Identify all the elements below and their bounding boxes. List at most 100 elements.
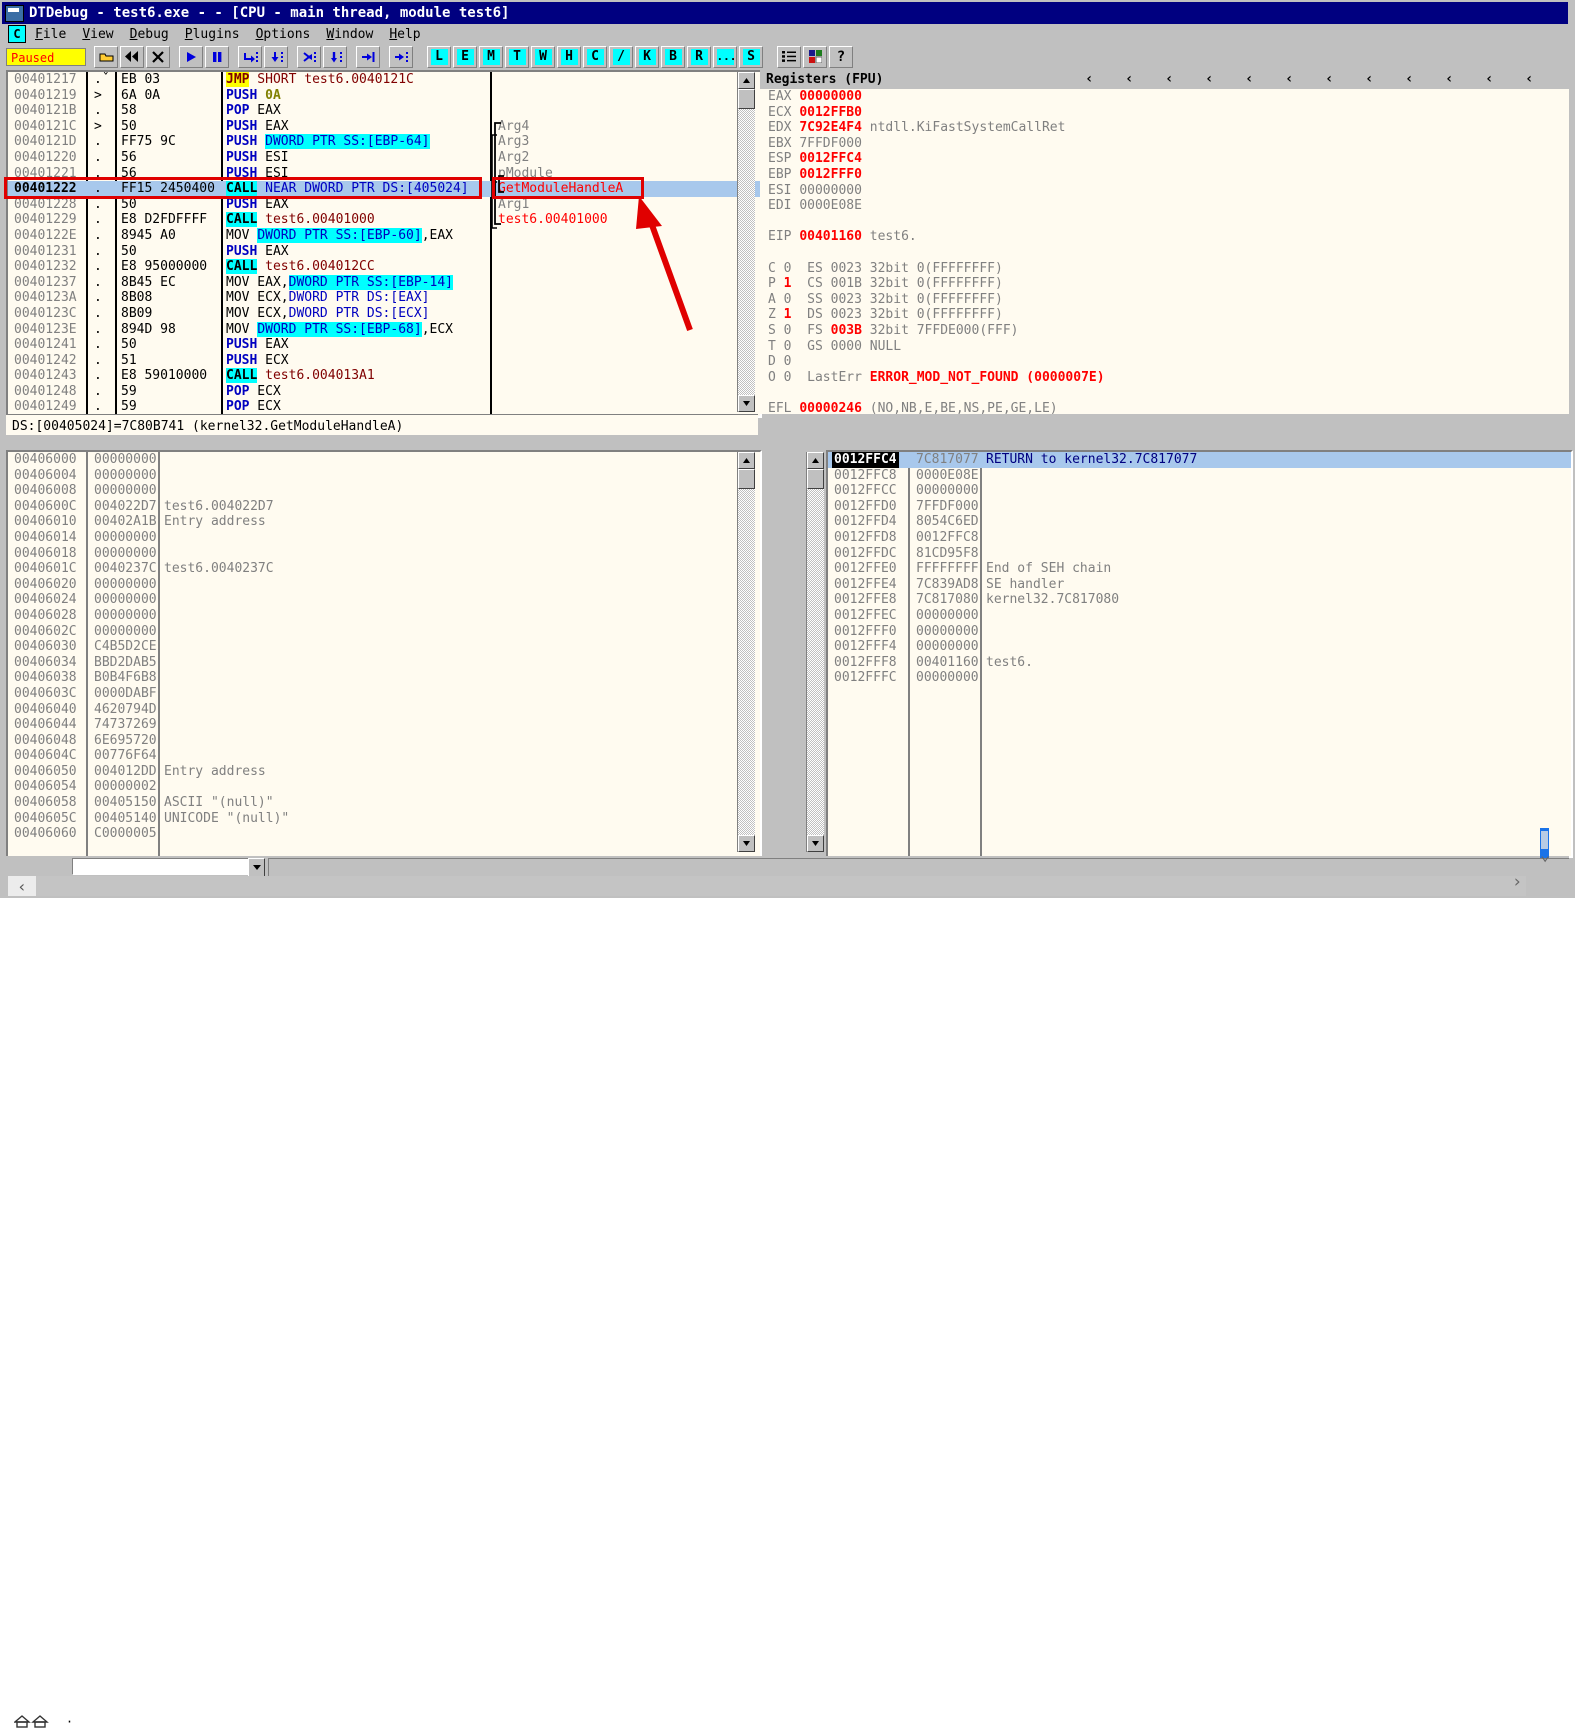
stack-row[interactable]: 0012FFC8 0000E08E bbox=[828, 468, 1571, 484]
restart-icon[interactable] bbox=[120, 45, 144, 68]
scroll-down-button[interactable] bbox=[738, 395, 755, 412]
disasm-row[interactable]: 0040121B. 58 POP EAX bbox=[8, 103, 760, 119]
dump-row[interactable]: 00406010 00402A1B Entry address bbox=[8, 514, 760, 530]
registers-panel[interactable]: EAX 00000000 ECX 0012FFB0 EDX 7C92E4F4 ntd… bbox=[760, 89, 1569, 414]
stack-row[interactable]: 0012FFD0 7FFDF000 bbox=[828, 499, 1571, 515]
execute-till-return-icon[interactable] bbox=[356, 45, 380, 68]
dump-row[interactable]: 00406038 B0B4F6B8 bbox=[8, 670, 760, 686]
dump-row[interactable]: 00406034 BBD2DAB5 bbox=[8, 655, 760, 671]
dump-row[interactable]: 00406028 00000000 bbox=[8, 608, 760, 624]
menu-item-options[interactable]: Options bbox=[256, 27, 311, 42]
disasm-row[interactable]: 00401217 .ˇ EB 03 JMP SHORT test6.0040121C bbox=[8, 72, 760, 88]
dump-row[interactable]: 00406020 00000000 bbox=[8, 577, 760, 593]
registers-collapse-chevron-icon[interactable]: ‹ bbox=[1325, 71, 1333, 87]
stack-row[interactable]: 0012FFD4 8054C6ED bbox=[828, 514, 1571, 530]
disasm-row[interactable]: 00401241. 50 PUSH EAX bbox=[8, 337, 760, 353]
register-spacer[interactable] bbox=[760, 245, 1569, 261]
command-input[interactable] bbox=[72, 858, 262, 875]
disasm-row[interactable]: 00401222. FF15 2450400 CALL NEAR DWORD PTR… bbox=[8, 181, 760, 197]
menu-item-plugins[interactable]: Plugins bbox=[185, 27, 240, 42]
dump-scroll-down-button[interactable] bbox=[738, 835, 755, 852]
dump-row[interactable]: 0040601C 0040237C test6.0040237C bbox=[8, 561, 760, 577]
disasm-row[interactable]: 00401237. 8B45 EC MOV EAX,DWORD PTR SS:[EB… bbox=[8, 274, 760, 291]
animate-icon[interactable] bbox=[389, 45, 413, 68]
disasm-row[interactable]: 00401232. E8 95000000 CALL test6.004012CC bbox=[8, 259, 760, 275]
stack-row[interactable]: 0012FFC4 7C817077 RETURN to kernel32.7C817… bbox=[828, 452, 1571, 468]
disasm-row[interactable]: 0040123A. 8B08 MOV ECX,DWORD PTR DS:[EAX] bbox=[8, 290, 760, 306]
registers-collapse-chevron-icon[interactable]: ‹ bbox=[1525, 71, 1533, 87]
flag-row-d[interactable]: D 0 bbox=[760, 354, 1569, 370]
toolbar-button-e[interactable]: E bbox=[453, 45, 477, 68]
disasm-row[interactable]: 00401249. 59 POP ECX bbox=[8, 399, 760, 415]
dump-row[interactable]: 00406058 00405150 ASCII "(null)" bbox=[8, 795, 760, 811]
toolbar-button-r[interactable]: R bbox=[687, 45, 711, 68]
dump-row[interactable]: 00406030 C4B5D2CE bbox=[8, 639, 760, 655]
dump-scroll-up-button[interactable] bbox=[738, 452, 755, 469]
flag-row-a[interactable]: A 0 SS 0023 32bit 0(FFFFFFFF) bbox=[760, 292, 1569, 308]
stack-panel[interactable]: 0012FFC4 7C817077 RETURN to kernel32.7C817… bbox=[826, 450, 1573, 858]
toolbar-button-h[interactable]: H bbox=[557, 45, 581, 68]
stack-row[interactable]: 0012FFF0 00000000 bbox=[828, 624, 1571, 640]
stack-scrollbar[interactable] bbox=[806, 452, 824, 852]
toolbar-button-more[interactable]: ... bbox=[713, 45, 737, 68]
disasm-row[interactable]: 00401243. E8 59010000 CALL test6.004013A1 bbox=[8, 368, 760, 384]
trace-over-icon[interactable] bbox=[323, 45, 347, 68]
run-icon[interactable] bbox=[179, 45, 203, 68]
disasm-row[interactable]: 0040122E. 8945 A0 MOV DWORD PTR SS:[EBP-60… bbox=[8, 227, 760, 244]
registers-collapse-chevron-icon[interactable]: ‹ bbox=[1165, 71, 1173, 87]
scroll-thumb[interactable] bbox=[738, 89, 755, 109]
menu-item-view[interactable]: View bbox=[82, 27, 113, 42]
toolbar-button-l[interactable]: L bbox=[427, 45, 451, 68]
toolbar-button-k[interactable]: K bbox=[635, 45, 659, 68]
stack-row[interactable]: 0012FFF4 00000000 bbox=[828, 639, 1571, 655]
stack-scroll-down-button[interactable] bbox=[807, 835, 824, 852]
home-icons[interactable]: · bbox=[13, 1714, 73, 1730]
menu-item-debug[interactable]: Debug bbox=[130, 27, 169, 42]
registers-collapse-chevron-icon[interactable]: ‹ bbox=[1245, 71, 1253, 87]
disasm-row[interactable]: 0040123E. 894D 98 MOV DWORD PTR SS:[EBP-68… bbox=[8, 321, 760, 338]
register-row-ebx[interactable]: EBX 7FFDF000 bbox=[760, 136, 1569, 152]
dump-row[interactable]: 00406018 00000000 bbox=[8, 546, 760, 562]
toolbar-button-slash[interactable]: / bbox=[609, 45, 633, 68]
flag-row-t[interactable]: T 0 GS 0000 NULL bbox=[760, 339, 1569, 355]
dump-row[interactable]: 00406040 4620794D bbox=[8, 702, 760, 718]
flag-row-p[interactable]: P 1 CS 001B 32bit 0(FFFFFFFF) bbox=[760, 276, 1569, 292]
stack-row[interactable]: 0012FFE8 7C817080 kernel32.7C817080 bbox=[828, 592, 1571, 608]
stack-row[interactable]: 0012FFE0 FFFFFFFF End of SEH chain bbox=[828, 561, 1571, 577]
stack-scroll-thumb[interactable] bbox=[807, 469, 824, 489]
palette-icon[interactable] bbox=[803, 45, 827, 68]
stack-row[interactable]: 0012FFD8 0012FFC8 bbox=[828, 530, 1571, 546]
dump-row[interactable]: 00406048 6E695720 bbox=[8, 733, 760, 749]
memory-dump-panel[interactable]: 00406000 00000000 00406004 00000000 00406008… bbox=[6, 450, 762, 858]
disasm-row[interactable]: 0040121C >50 PUSH EAX Arg4 bbox=[8, 119, 760, 135]
menu-item-help[interactable]: Help bbox=[389, 27, 420, 42]
disasm-row[interactable]: 00401220. 56 PUSH ESI Arg2 bbox=[8, 150, 760, 166]
dump-row[interactable]: 00406024 00000000 bbox=[8, 592, 760, 608]
dump-row[interactable]: 00406008 00000000 bbox=[8, 483, 760, 499]
register-row-esi[interactable]: ESI 00000000 bbox=[760, 183, 1569, 199]
registers-collapse-chevron-icon[interactable]: ‹ bbox=[1405, 71, 1413, 87]
options-list-icon[interactable] bbox=[777, 45, 801, 68]
toolbar-button-s[interactable]: S bbox=[739, 45, 763, 68]
disasm-row[interactable]: 00401248. 59 POP ECX bbox=[8, 384, 760, 400]
toolbar-button-c[interactable]: C bbox=[583, 45, 607, 68]
flag-row-c[interactable]: C 0 ES 0023 32bit 0(FFFFFFFF) bbox=[760, 261, 1569, 277]
dump-scroll-thumb[interactable] bbox=[738, 469, 755, 489]
menu-item-file[interactable]: File bbox=[35, 27, 66, 42]
dump-row[interactable]: 0040603C 0000DABF bbox=[8, 686, 760, 702]
register-spacer[interactable] bbox=[760, 385, 1569, 401]
trace-into-icon[interactable] bbox=[297, 45, 321, 68]
stack-row[interactable]: 0012FFEC 00000000 bbox=[828, 608, 1571, 624]
dump-row[interactable]: 00406050 004012DD Entry address bbox=[8, 764, 760, 780]
dump-row[interactable]: 0040602C 00000000 bbox=[8, 624, 760, 640]
disasm-row[interactable]: 00401228. 50 PUSH EAX Arg1 bbox=[8, 197, 760, 213]
stack-row[interactable]: 0012FFF8 00401160 test6. bbox=[828, 655, 1571, 671]
register-row-eax[interactable]: EAX 00000000 bbox=[760, 89, 1569, 105]
disasm-row[interactable]: 00401242. 51 PUSH ECX bbox=[8, 353, 760, 369]
registers-collapse-chevron-icon[interactable]: ‹ bbox=[1485, 71, 1493, 87]
toolbar-button-m[interactable]: M bbox=[479, 45, 503, 68]
register-row-edi[interactable]: EDI 0000E08E bbox=[760, 198, 1569, 214]
registers-collapse-chevron-icon[interactable]: ‹ bbox=[1125, 71, 1133, 87]
dump-row[interactable]: 00406044 74737269 bbox=[8, 717, 760, 733]
flag-row-z[interactable]: Z 1 DS 0023 32bit 0(FFFFFFFF) bbox=[760, 307, 1569, 323]
